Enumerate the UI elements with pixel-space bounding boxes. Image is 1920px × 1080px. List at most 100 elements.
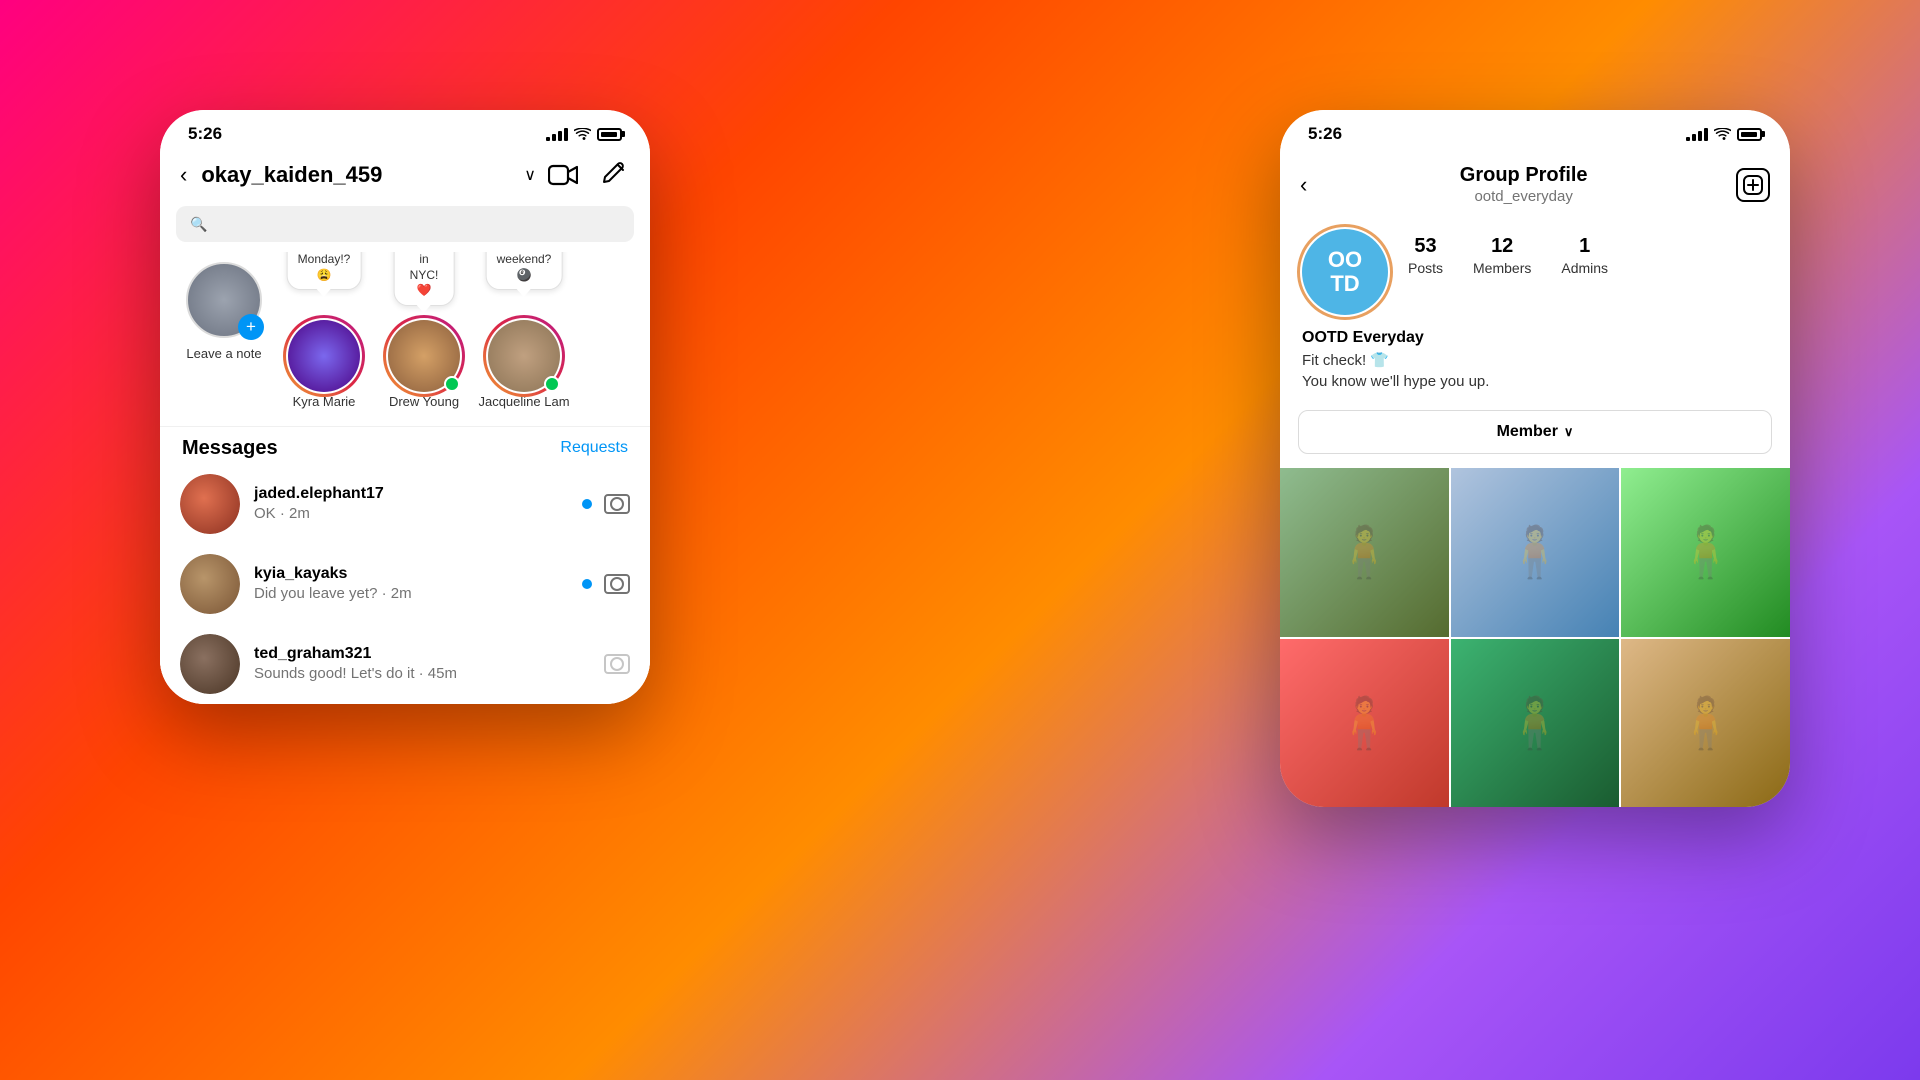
add-note-button[interactable]: + (238, 314, 264, 340)
avatar-jaded (180, 474, 240, 534)
camera-button-kyia[interactable] (604, 574, 630, 594)
group-title-wrap: Group Profile ootd_everyday (1311, 164, 1736, 205)
chevron-down-icon: ∨ (1564, 424, 1574, 440)
edit-button[interactable] (596, 158, 630, 192)
admins-count: 1 (1561, 235, 1608, 258)
story-row: + Leave a note Why is tomorrow Monday!? … (160, 252, 650, 426)
time-right: 5:26 (1308, 124, 1342, 144)
wifi-icon-right (1714, 128, 1731, 141)
note-bubble-jacq: Game night this weekend? 🎱 (486, 252, 563, 290)
story-kyra[interactable]: Why is tomorrow Monday!? 😩 Kyra Marie (274, 262, 374, 410)
unread-indicator-kyia (582, 579, 592, 589)
status-icons-left (546, 128, 622, 141)
stat-admins: 1 Admins (1561, 235, 1608, 276)
group-header: ‹ Group Profile ootd_everyday (1280, 150, 1790, 215)
photo-grid: 🧍 🧍 🧍 🧍 🧍 🧍 (1280, 468, 1790, 807)
back-button[interactable]: ‹ (180, 162, 187, 188)
messages-title: Messages (182, 437, 278, 460)
story-jacq[interactable]: Game night this weekend? 🎱 Jacqueline La… (474, 262, 574, 410)
story-drew[interactable]: Finally landing in NYC! ❤️ Drew Young (374, 262, 474, 410)
msg-info-jaded: jaded.elephant17 OK · 2m (254, 485, 568, 522)
group-bio: OOTD Everyday Fit check! 👕You know we'll… (1280, 325, 1790, 404)
photo-cell-5[interactable]: 🧍 (1451, 639, 1620, 808)
drew-avatar-wrap (386, 318, 462, 394)
member-label: Member (1497, 423, 1558, 441)
camera-button-ted[interactable] (604, 654, 630, 674)
preview-kyia: Did you leave yet? · 2m (254, 585, 568, 602)
story-ring-inner-kyra (286, 318, 362, 394)
username-kyia: kyia_kayaks (254, 565, 568, 583)
msg-info-ted: ted_graham321 Sounds good! Let's do it ·… (254, 645, 590, 682)
posts-count: 53 (1408, 235, 1443, 258)
signal-icon (546, 128, 568, 141)
messages-section: Messages Requests jaded.elephant17 OK · … (160, 426, 650, 704)
leave-note-avatar: + (186, 262, 262, 338)
note-bubble-drew: Finally landing in NYC! ❤️ (394, 252, 455, 306)
msg-actions-kyia (582, 574, 630, 594)
msg-actions-jaded (582, 494, 630, 514)
kyra-avatar-img (288, 320, 360, 392)
story-ring-kyra (283, 315, 365, 397)
group-description: Fit check! 👕You know we'll hype you up. (1302, 350, 1768, 392)
chat-header: ‹ okay_kaiden_459 ∨ (160, 150, 650, 206)
messages-header: Messages Requests (160, 426, 650, 464)
right-phone: 5:26 ‹ Group Profile ootd_everyday (1280, 110, 1790, 807)
photo-person-6: 🧍 (1621, 639, 1790, 808)
admins-label: Admins (1561, 260, 1608, 276)
stats-grid: 53 Posts 12 Members 1 Admins (1408, 235, 1608, 276)
add-to-group-button[interactable] (1736, 168, 1770, 202)
status-bar-right: 5:26 (1280, 110, 1790, 150)
camera-button-jaded[interactable] (604, 494, 630, 514)
status-bar-left: 5:26 (160, 110, 650, 150)
status-icons-right (1686, 128, 1762, 141)
group-back-button[interactable]: ‹ (1300, 172, 1307, 198)
signal-icon-right (1686, 128, 1708, 141)
group-stats: OOTD 53 Posts 12 Members 1 Admins (1280, 215, 1790, 325)
jacq-avatar-wrap (486, 318, 562, 394)
member-button[interactable]: Member ∨ (1298, 410, 1772, 454)
group-avatar: OOTD (1302, 229, 1388, 315)
message-item-kyia[interactable]: kyia_kayaks Did you leave yet? · 2m (160, 544, 650, 624)
photo-cell-1[interactable]: 🧍 (1280, 468, 1449, 637)
left-phone: 5:26 ‹ okay_kaiden_459 ∨ (160, 110, 650, 704)
photo-cell-4[interactable]: 🧍 (1280, 639, 1449, 808)
chevron-icon[interactable]: ∨ (524, 165, 536, 185)
photo-cell-2[interactable]: 🧍 (1451, 468, 1620, 637)
msg-info-kyia: kyia_kayaks Did you leave yet? · 2m (254, 565, 568, 602)
username-ted: ted_graham321 (254, 645, 590, 663)
group-profile-title: Group Profile (1311, 164, 1736, 187)
photo-cell-3[interactable]: 🧍 (1621, 468, 1790, 637)
online-indicator-jacq (544, 376, 560, 392)
preview-ted: Sounds good! Let's do it · 45m (254, 665, 590, 682)
photo-cell-6[interactable]: 🧍 (1621, 639, 1790, 808)
search-bar[interactable]: 🔍 (176, 206, 634, 242)
members-count: 12 (1473, 235, 1531, 258)
note-bubble-kyra: Why is tomorrow Monday!? 😩 (287, 252, 362, 290)
message-item-jaded[interactable]: jaded.elephant17 OK · 2m (160, 464, 650, 544)
preview-jaded: OK · 2m (254, 505, 568, 522)
requests-link[interactable]: Requests (560, 439, 628, 457)
battery-icon (597, 128, 622, 141)
chat-username[interactable]: okay_kaiden_459 (201, 162, 520, 188)
photo-person-2: 🧍 (1451, 468, 1620, 637)
video-call-button[interactable] (546, 158, 580, 192)
header-icons (546, 158, 630, 192)
time-left: 5:26 (188, 124, 222, 144)
posts-label: Posts (1408, 260, 1443, 276)
avatar-ted (180, 634, 240, 694)
story-leave-note[interactable]: + Leave a note (174, 262, 274, 362)
msg-actions-ted (604, 654, 630, 674)
kyra-avatar-wrap (286, 318, 362, 394)
group-name: OOTD Everyday (1302, 329, 1768, 347)
avatar-kyia (180, 554, 240, 614)
message-item-ted[interactable]: ted_graham321 Sounds good! Let's do it ·… (160, 624, 650, 704)
search-icon: 🔍 (190, 216, 207, 233)
photo-person-1: 🧍 (1280, 468, 1449, 637)
wifi-icon (574, 128, 591, 141)
group-handle: ootd_everyday (1311, 188, 1736, 205)
stat-posts: 53 Posts (1408, 235, 1443, 276)
members-label: Members (1473, 260, 1531, 276)
battery-icon-right (1737, 128, 1762, 141)
stat-members: 12 Members (1473, 235, 1531, 276)
online-indicator-drew (444, 376, 460, 392)
